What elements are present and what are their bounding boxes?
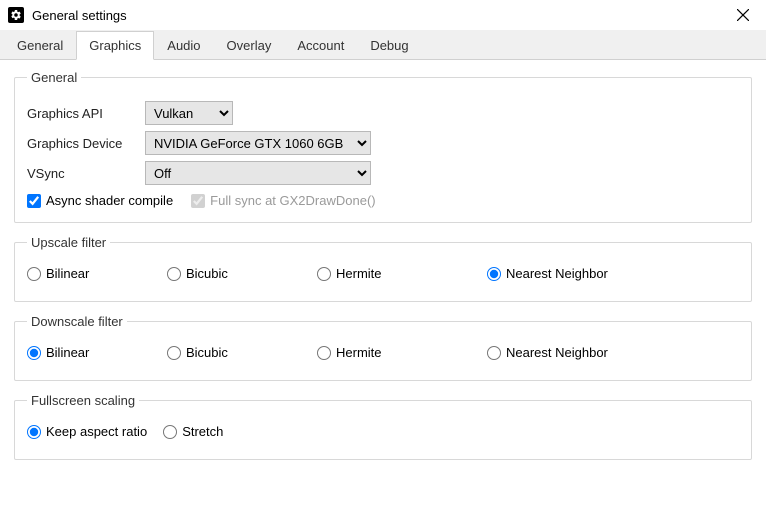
upscale-legend: Upscale filter: [27, 235, 110, 250]
downscale-hermite[interactable]: Hermite: [317, 345, 487, 360]
upscale-bicubic[interactable]: Bicubic: [167, 266, 317, 281]
general-legend: General: [27, 70, 81, 85]
async-shader-input[interactable]: [27, 194, 41, 208]
tab-debug[interactable]: Debug: [357, 31, 421, 59]
tab-account[interactable]: Account: [284, 31, 357, 59]
graphics-api-label: Graphics API: [27, 106, 145, 121]
full-sync-checkbox: Full sync at GX2DrawDone(): [191, 193, 375, 208]
graphics-device-select[interactable]: NVIDIA GeForce GTX 1060 6GB: [145, 131, 371, 155]
downscale-bicubic[interactable]: Bicubic: [167, 345, 317, 360]
tab-graphics[interactable]: Graphics: [76, 31, 154, 60]
upscale-group: Upscale filter Bilinear Bicubic Hermite …: [14, 235, 752, 302]
gear-icon: [8, 7, 24, 23]
upscale-hermite[interactable]: Hermite: [317, 266, 487, 281]
vsync-select[interactable]: Off: [145, 161, 371, 185]
window-title: General settings: [32, 8, 728, 23]
tab-bar: General Graphics Audio Overlay Account D…: [0, 30, 766, 60]
fullscreen-legend: Fullscreen scaling: [27, 393, 139, 408]
content-area: General Graphics API Vulkan Graphics Dev…: [0, 60, 766, 482]
downscale-legend: Downscale filter: [27, 314, 127, 329]
downscale-group: Downscale filter Bilinear Bicubic Hermit…: [14, 314, 752, 381]
async-shader-label: Async shader compile: [46, 193, 173, 208]
graphics-api-select[interactable]: Vulkan: [145, 101, 233, 125]
downscale-nearest[interactable]: Nearest Neighbor: [487, 345, 667, 360]
graphics-device-label: Graphics Device: [27, 136, 145, 151]
tab-overlay[interactable]: Overlay: [214, 31, 285, 59]
close-button[interactable]: [728, 0, 758, 30]
full-sync-label: Full sync at GX2DrawDone(): [210, 193, 375, 208]
tab-audio[interactable]: Audio: [154, 31, 213, 59]
full-sync-input: [191, 194, 205, 208]
downscale-bilinear[interactable]: Bilinear: [27, 345, 167, 360]
fullscreen-stretch[interactable]: Stretch: [163, 424, 223, 439]
titlebar: General settings: [0, 0, 766, 30]
upscale-bilinear[interactable]: Bilinear: [27, 266, 167, 281]
fullscreen-keep-aspect[interactable]: Keep aspect ratio: [27, 424, 147, 439]
async-shader-checkbox[interactable]: Async shader compile: [27, 193, 173, 208]
vsync-label: VSync: [27, 166, 145, 181]
general-group: General Graphics API Vulkan Graphics Dev…: [14, 70, 752, 223]
tab-general[interactable]: General: [4, 31, 76, 59]
upscale-nearest[interactable]: Nearest Neighbor: [487, 266, 667, 281]
fullscreen-group: Fullscreen scaling Keep aspect ratio Str…: [14, 393, 752, 460]
